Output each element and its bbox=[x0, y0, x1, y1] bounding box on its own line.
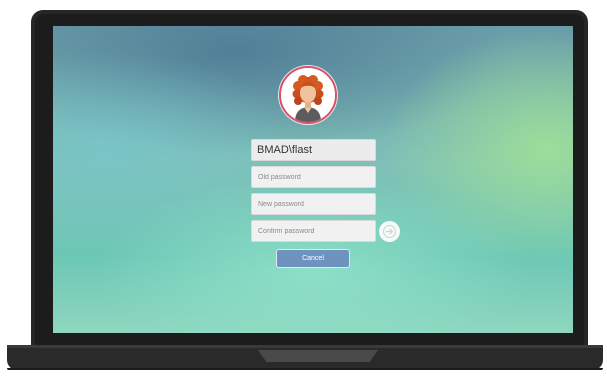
old-password-field[interactable] bbox=[251, 166, 376, 188]
new-password-field[interactable] bbox=[251, 193, 376, 215]
username-field[interactable]: BMAD\flast bbox=[251, 139, 376, 161]
laptop-mockup: BMAD\flast Cancel bbox=[0, 0, 607, 377]
submit-button[interactable] bbox=[379, 221, 400, 242]
user-avatar-icon bbox=[279, 66, 337, 124]
lock-screen: BMAD\flast Cancel bbox=[53, 26, 573, 333]
laptop-base-edge bbox=[7, 368, 603, 370]
arrow-right-icon bbox=[383, 225, 396, 238]
confirm-password-field[interactable] bbox=[251, 220, 376, 242]
cancel-button[interactable]: Cancel bbox=[276, 249, 350, 268]
laptop-hinge bbox=[7, 345, 603, 348]
laptop-opening-notch bbox=[258, 350, 378, 362]
